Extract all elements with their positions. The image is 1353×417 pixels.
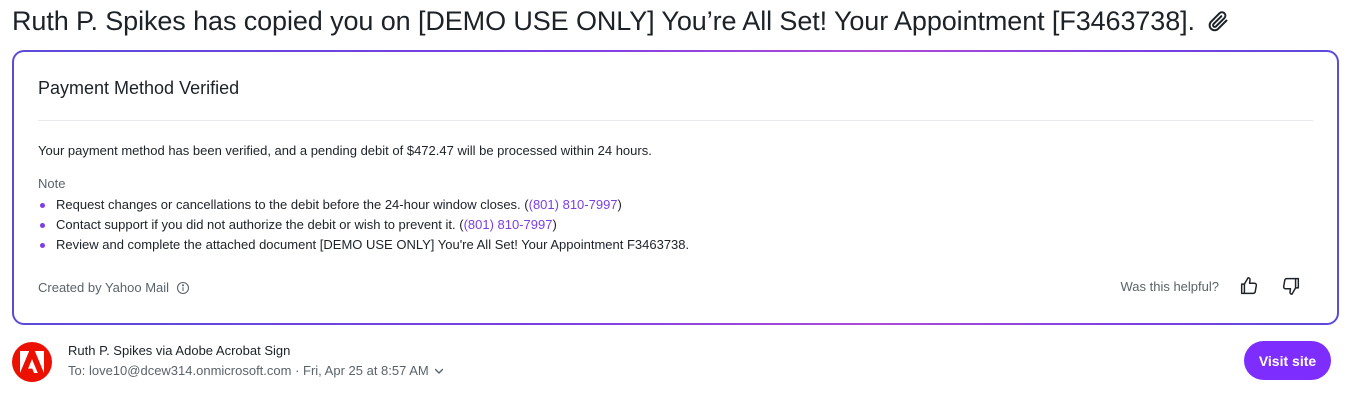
recipient-details: To: love10@dcew314.onmicrosoft.com · Fri… xyxy=(68,363,429,378)
summary-title: Payment Method Verified xyxy=(38,78,240,98)
thumbs-down-icon[interactable] xyxy=(1279,274,1303,298)
note-suffix: ) xyxy=(617,197,622,212)
phone-link[interactable]: (801) 810-7997 xyxy=(464,215,553,235)
bullet-icon xyxy=(40,222,45,228)
message-subject: Ruth P. Spikes has copied you on [DEMO U… xyxy=(12,5,1195,36)
adobe-avatar xyxy=(12,342,52,382)
adobe-logo-icon xyxy=(20,351,44,373)
info-icon[interactable] xyxy=(176,281,190,295)
note-list: Request changes or cancellations to the … xyxy=(38,195,689,255)
helpful-prompt: Was this helpful? xyxy=(1120,278,1219,294)
ai-summary-card: Payment Method Verified Your payment met… xyxy=(14,52,1337,323)
subject-row: Ruth P. Spikes has copied you on [DEMO U… xyxy=(12,4,1231,38)
ai-summary-card-border: Payment Method Verified Your payment met… xyxy=(12,50,1339,325)
note-text: Request changes or cancellations to the … xyxy=(56,197,529,212)
sender-row: Ruth P. Spikes via Adobe Acrobat Sign To… xyxy=(12,340,1339,384)
note-text: Review and complete the attached documen… xyxy=(56,237,690,252)
note-item: Review and complete the attached documen… xyxy=(38,235,689,255)
feedback-row: Was this helpful? xyxy=(1120,274,1303,298)
created-by-label: Created by Yahoo Mail xyxy=(38,280,170,295)
recipient-line: To: love10@dcew314.onmicrosoft.com · Fri… xyxy=(68,363,445,378)
bullet-icon xyxy=(40,242,45,248)
note-label: Note xyxy=(38,176,66,191)
visit-site-button[interactable]: Visit site xyxy=(1244,341,1331,380)
sender-name[interactable]: Ruth P. Spikes via Adobe Acrobat Sign xyxy=(68,343,290,358)
created-by: Created by Yahoo Mail xyxy=(38,280,190,295)
bullet-icon xyxy=(40,202,45,208)
thumbs-up-icon[interactable] xyxy=(1237,274,1261,298)
note-text: Contact support if you did not authorize… xyxy=(56,217,464,232)
chevron-down-icon[interactable] xyxy=(433,365,445,377)
summary-body: Your payment method has been verified, a… xyxy=(38,143,652,158)
paperclip-icon[interactable] xyxy=(1205,8,1231,34)
note-item: Contact support if you did not authorize… xyxy=(38,215,689,235)
note-suffix: ) xyxy=(552,217,557,232)
summary-divider xyxy=(38,120,1313,121)
note-item: Request changes or cancellations to the … xyxy=(38,195,689,215)
phone-link[interactable]: (801) 810-7997 xyxy=(529,195,618,215)
